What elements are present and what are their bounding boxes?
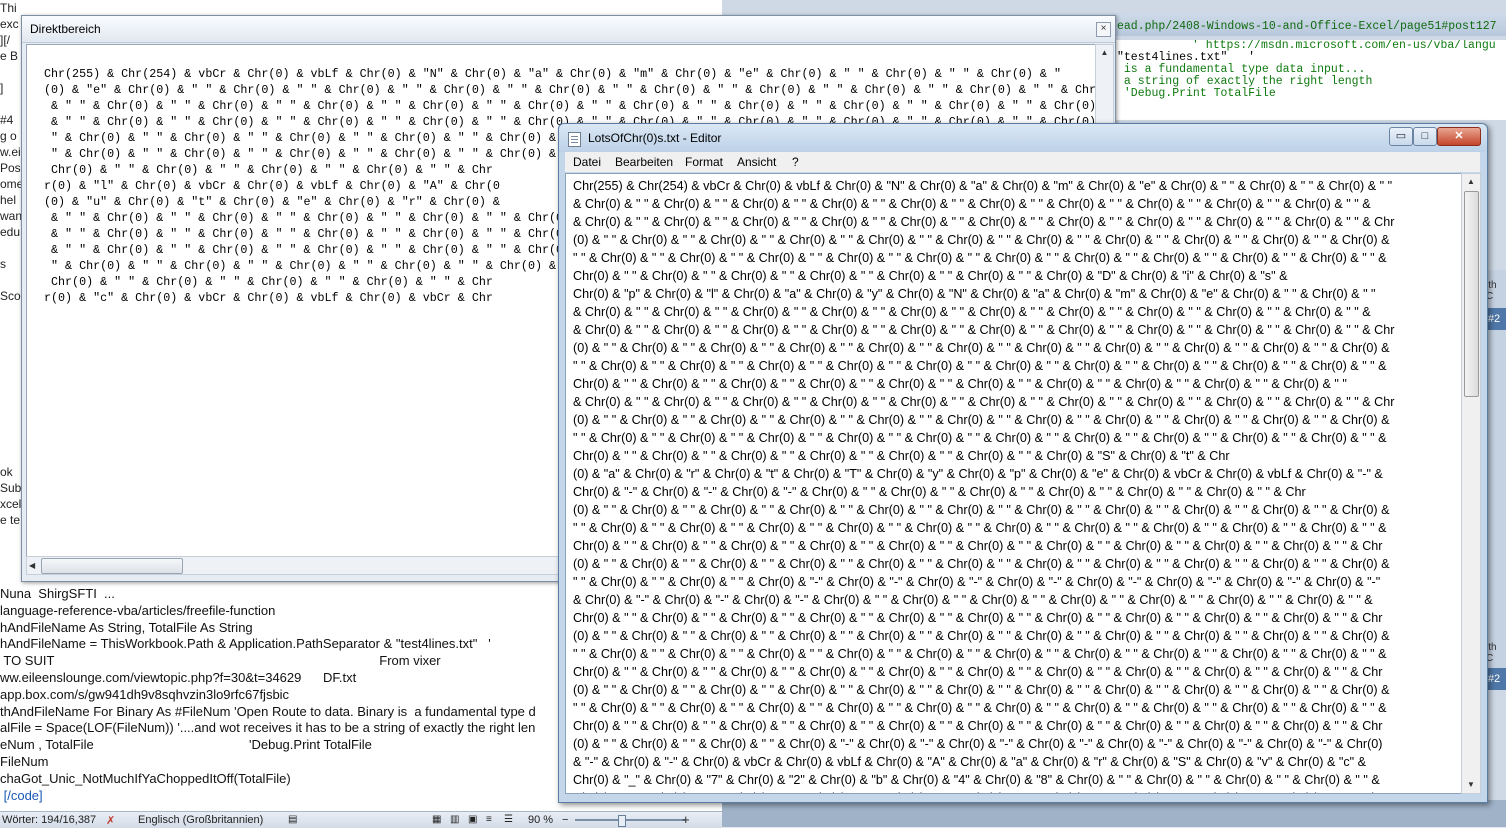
word-count[interactable]: Wörter: 194/16,387 <box>2 814 96 826</box>
document-fragment <box>0 416 22 432</box>
notepad-text-content[interactable]: Chr(255) & Chr(254) & vbCr & Chr(0) & vb… <box>573 177 1394 793</box>
document-fragment <box>0 384 22 400</box>
notepad-title: LotsOfChr(0)s.txt - Editor <box>588 131 722 145</box>
document-fragment <box>0 304 22 320</box>
document-fragment: hel <box>0 193 17 207</box>
document-fragment <box>0 448 22 464</box>
notepad-menubar: Datei Bearbeiten Format Ansicht ? <box>565 152 1480 172</box>
scroll-up-icon[interactable]: ▲ <box>1462 174 1480 190</box>
view-print-layout-icon[interactable]: ▦ <box>432 814 441 825</box>
document-fragment: ome <box>0 177 22 191</box>
document-fragment: s <box>0 257 6 271</box>
zoom-level[interactable]: 90 % <box>528 814 553 826</box>
view-outline-icon[interactable]: ≡ <box>486 814 492 825</box>
vertical-scroll-thumb[interactable] <box>1464 191 1479 397</box>
vba-url-line: ead.php/2408-Windows-10-and-Office-Excel… <box>1117 20 1497 33</box>
view-draft-icon[interactable]: ☰ <box>504 814 513 825</box>
document-fragment: Pos <box>0 161 21 175</box>
scroll-left-icon[interactable]: ◀ <box>29 557 35 574</box>
panel-label: ith C <box>1486 280 1497 302</box>
document-fragment <box>0 368 22 384</box>
taskbar-strip <box>722 800 1506 827</box>
menu-help[interactable]: ? <box>792 155 799 169</box>
notepad-titlebar[interactable]: LotsOfChr(0)s.txt - Editor ▭ □ ✕ <box>559 124 1487 152</box>
notepad-icon <box>568 132 581 147</box>
document-fragment <box>0 320 22 336</box>
menu-ansicht[interactable]: Ansicht <box>737 155 776 169</box>
document-left-fragments: Thi exc ][/ e B] #4 g o w.ei Pos ome hel wan edu s Sc… <box>0 0 22 600</box>
notepad-vertical-scrollbar[interactable]: ▲ ▼ <box>1461 173 1481 794</box>
document-fragment <box>0 272 22 288</box>
immediate-window-close-button[interactable]: × <box>1096 22 1111 37</box>
document-fragment: ok <box>0 465 13 479</box>
document-fragment <box>0 336 22 352</box>
document-fragment: #4 <box>0 113 14 127</box>
document-fragment <box>0 432 22 448</box>
menu-datei[interactable]: Datei <box>573 155 601 169</box>
proofing-icon[interactable]: ✗ <box>106 814 115 827</box>
zoom-slider[interactable] <box>575 819 685 821</box>
immediate-window-title: Direktbereich <box>30 22 101 36</box>
menu-format[interactable]: Format <box>685 155 723 169</box>
document-fragment: e te <box>0 513 21 527</box>
document-fragment: e B <box>0 49 19 63</box>
scroll-down-icon[interactable]: ▼ <box>1462 777 1480 793</box>
close-button[interactable]: ✕ <box>1437 127 1481 146</box>
document-fragment: wan <box>0 209 22 223</box>
language-indicator[interactable]: Englisch (Großbritannien) <box>138 814 263 826</box>
notepad-window[interactable]: LotsOfChr(0)s.txt - Editor ▭ □ ✕ Datei B… <box>558 123 1488 803</box>
document-fragment <box>0 400 22 416</box>
document-fragment: Sco <box>0 289 21 303</box>
zoom-in-icon[interactable]: + <box>682 812 690 827</box>
macro-record-icon[interactable]: ▤ <box>288 814 297 825</box>
document-fragment <box>0 96 22 112</box>
view-web-layout-icon[interactable]: ▣ <box>468 814 477 825</box>
document-fragment: exc <box>0 17 19 31</box>
document-fragment: ][/ <box>0 33 11 47</box>
view-full-screen-icon[interactable]: ▥ <box>450 814 459 825</box>
immediate-window-titlebar[interactable]: Direktbereich × <box>22 16 1115 43</box>
menu-bearbeiten[interactable]: Bearbeiten <box>615 155 673 169</box>
maximize-button[interactable]: □ <box>1413 127 1437 146</box>
document-fragment: Thi <box>0 1 17 15</box>
panel-label: ith C <box>1486 642 1497 664</box>
document-fragment: Sub <box>0 481 22 495</box>
document-fragment <box>0 240 22 256</box>
document-fragment: ] <box>0 81 4 95</box>
document-fragment: g o <box>0 129 17 143</box>
document-fragment: w.ei <box>0 145 21 159</box>
horizontal-scroll-thumb[interactable] <box>41 558 183 574</box>
word-status-bar: Wörter: 194/16,387 ✗ Englisch (Großbrita… <box>0 811 722 828</box>
document-fragment <box>0 352 22 368</box>
document-fragment: xcel <box>0 497 22 511</box>
document-fragment <box>0 64 22 80</box>
document-fragment: edu <box>0 225 21 239</box>
minimize-button[interactable]: ▭ <box>1389 127 1413 146</box>
scroll-up-icon[interactable]: ▲ <box>1096 45 1113 60</box>
notepad-text-area[interactable]: Chr(255) & Chr(254) & vbCr & Chr(0) & vb… <box>565 173 1463 794</box>
zoom-out-icon[interactable]: − <box>562 814 568 826</box>
zoom-slider-thumb[interactable] <box>618 815 626 827</box>
